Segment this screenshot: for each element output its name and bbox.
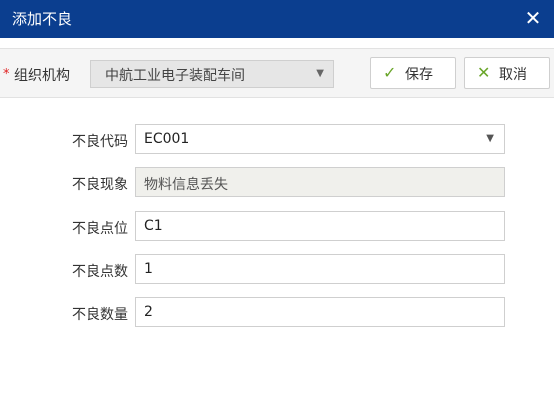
- form-row-defect-quantity: 不良数量 2: [0, 297, 554, 327]
- defect-location-value: C1: [144, 218, 163, 234]
- dialog-toolbar: * 组织机构 中航工业电子装配车间 ▼ ✓ 保存 ✕ 取消: [0, 48, 554, 98]
- defect-quantity-label: 不良数量: [72, 307, 128, 323]
- defect-points-value: 1: [144, 261, 153, 277]
- defect-points-input[interactable]: 1: [135, 254, 505, 284]
- organization-label: 组织机构: [14, 68, 70, 84]
- cancel-button-label: 取消: [499, 67, 527, 83]
- organization-select[interactable]: 中航工业电子装配车间 ▼: [90, 60, 334, 88]
- form-row-defect-code: 不良代码 EC001 ▼: [0, 124, 554, 154]
- defect-points-label: 不良点数: [72, 264, 128, 280]
- form-row-defect-location: 不良点位 C1: [0, 211, 554, 241]
- cancel-button[interactable]: ✕ 取消: [464, 57, 550, 89]
- defect-code-label: 不良代码: [72, 134, 128, 150]
- defect-symptom-field: 物料信息丢失: [135, 167, 505, 197]
- save-button[interactable]: ✓ 保存: [370, 57, 456, 89]
- checkmark-icon: ✓: [383, 63, 397, 82]
- defect-code-select[interactable]: EC001 ▼: [135, 124, 505, 154]
- close-icon[interactable]: ✕: [522, 7, 544, 29]
- defect-code-value: EC001: [144, 131, 190, 147]
- add-defect-dialog: 添加不良 ✕ * 组织机构 中航工业电子装配车间 ▼ ✓ 保存 ✕ 取消 不良代…: [0, 0, 554, 418]
- defect-quantity-value: 2: [144, 304, 153, 320]
- defect-symptom-label: 不良现象: [72, 177, 128, 193]
- form-row-defect-symptom: 不良现象 物料信息丢失: [0, 167, 554, 197]
- chevron-down-icon: ▼: [316, 68, 324, 79]
- required-marker: *: [3, 67, 10, 82]
- form-row-defect-points: 不良点数 1: [0, 254, 554, 284]
- dialog-titlebar: 添加不良 ✕: [0, 0, 554, 38]
- cross-icon: ✕: [477, 63, 491, 82]
- defect-location-input[interactable]: C1: [135, 211, 505, 241]
- dialog-title: 添加不良: [12, 10, 73, 28]
- defect-quantity-input[interactable]: 2: [135, 297, 505, 327]
- chevron-down-icon: ▼: [486, 133, 494, 144]
- defect-location-label: 不良点位: [72, 221, 128, 237]
- defect-symptom-value: 物料信息丢失: [144, 177, 228, 193]
- organization-value: 中航工业电子装配车间: [105, 68, 245, 84]
- save-button-label: 保存: [405, 67, 433, 83]
